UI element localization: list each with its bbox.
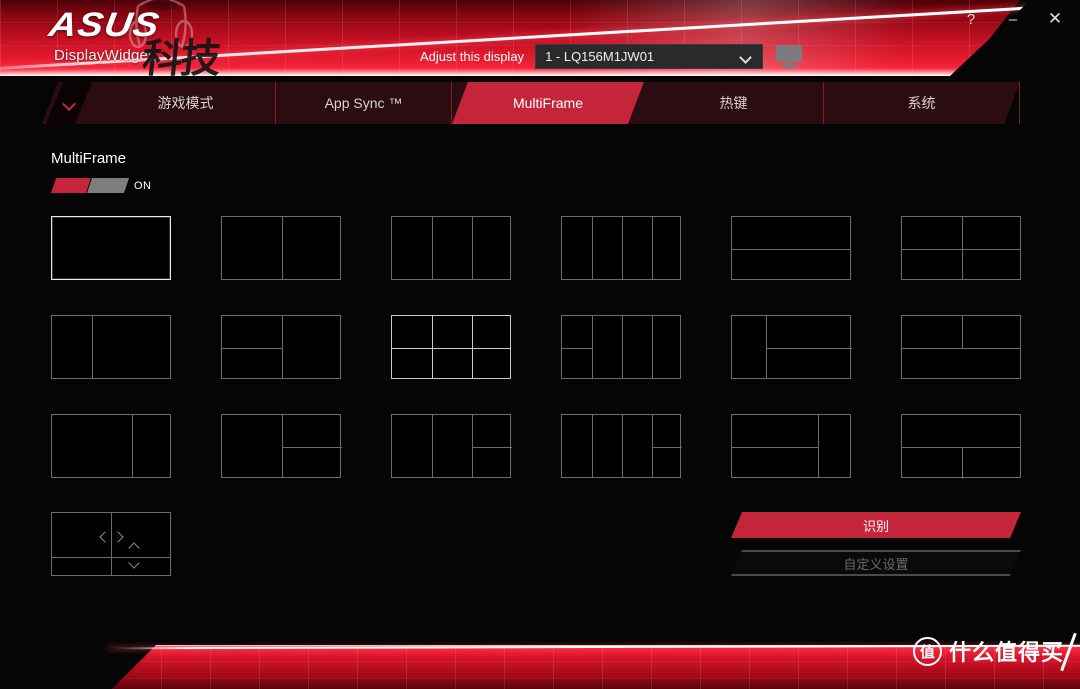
- product-name-text: DisplayWidget: [54, 47, 153, 64]
- layout-preset-3-columns[interactable]: [391, 216, 511, 280]
- chevron-down-icon[interactable]: [130, 559, 139, 568]
- tab-label: MultiFrame: [512, 95, 583, 111]
- layout-preset-2-rows[interactable]: [731, 216, 851, 280]
- tab-label: 游戏模式: [157, 95, 214, 111]
- tab-label: 热键: [719, 95, 748, 111]
- layout-preset-3-col-third-split[interactable]: [391, 414, 512, 478]
- display-selector-group: Adjust this display 1 - LQ156M1JW01: [420, 44, 804, 69]
- chevron-up-icon[interactable]: [130, 544, 139, 553]
- identify-button[interactable]: 识别: [731, 512, 1021, 538]
- display-select[interactable]: 1 - LQ156M1JW01: [535, 44, 764, 69]
- close-button[interactable]: ✕: [1046, 9, 1064, 28]
- layout-preset-3x2-grid[interactable]: [391, 315, 511, 379]
- watermark-text: 什么值得买: [948, 641, 1064, 666]
- minimize-button[interactable]: –: [1004, 10, 1022, 28]
- app-logo: ASUS DisplayWidget: [46, 6, 162, 64]
- monitor-icon[interactable]: [774, 44, 804, 69]
- displaywidget-window: ASUS DisplayWidget 科技 Adjust this displa…: [0, 0, 1080, 689]
- identify-button-label: 识别: [862, 518, 889, 534]
- tab-label: App Sync ™: [324, 95, 403, 111]
- chevron-right-icon[interactable]: [114, 533, 123, 542]
- custom-settings-button[interactable]: 自定义设置: [731, 550, 1021, 576]
- chevron-down-icon: [62, 99, 76, 108]
- layout-preset-4-columns[interactable]: [561, 216, 681, 280]
- layout-preset-top-2-bottom-full[interactable]: [901, 315, 1021, 379]
- adjust-display-label: Adjust this display: [420, 49, 525, 64]
- layout-preset-left-half-top-split[interactable]: [221, 315, 341, 379]
- layout-preset-custom-adjustable[interactable]: [51, 512, 171, 576]
- tab-1[interactable]: 游戏模式: [96, 82, 276, 124]
- multiframe-toggle-state: ON: [134, 179, 152, 192]
- multiframe-toggle-group[interactable]: ON: [51, 178, 152, 193]
- display-select-value: 1 - LQ156M1JW01: [545, 49, 655, 64]
- layout-preset-4-col-last-split[interactable]: [561, 414, 682, 478]
- layout-preset-left-2rows-right-col[interactable]: [731, 414, 851, 478]
- layout-preset-2x2-grid[interactable]: [901, 216, 1021, 280]
- tab-label: 系统: [907, 95, 936, 111]
- multiframe-toggle[interactable]: [51, 178, 129, 193]
- window-controls: ? – ✕: [962, 9, 1064, 28]
- navigation-tabs: 游戏模式 App Sync ™ MultiFrame 热键 系统: [0, 82, 1080, 124]
- tab-2[interactable]: App Sync ™: [276, 82, 452, 124]
- layout-preset-2-columns[interactable]: [221, 216, 341, 280]
- page-title: MultiFrame: [51, 150, 127, 167]
- layout-preset-left-col-right-2rows[interactable]: [731, 315, 852, 379]
- site-watermark-bottom: 值 什么值得买: [912, 632, 1077, 672]
- tab-3[interactable]: MultiFrame: [452, 82, 644, 124]
- watermark-seal-icon: 值: [912, 636, 942, 666]
- chevron-left-icon[interactable]: [101, 533, 110, 542]
- chevron-down-icon: [740, 53, 753, 61]
- layout-preset-left-narrow-split[interactable]: [51, 315, 171, 379]
- layout-preset-1-full[interactable]: [51, 216, 171, 280]
- site-watermark-top: 科技: [140, 36, 221, 82]
- help-button[interactable]: ?: [962, 10, 980, 28]
- tab-5[interactable]: 系统: [824, 82, 1020, 124]
- tab-4[interactable]: 热键: [644, 82, 824, 124]
- layout-preset-4-col-first-split[interactable]: [561, 315, 681, 379]
- layout-preset-left-full-right-2rows[interactable]: [221, 414, 342, 478]
- layout-preset-right-narrow-split[interactable]: [51, 414, 171, 478]
- layout-preset-top-full-bottom-2[interactable]: [901, 414, 1021, 479]
